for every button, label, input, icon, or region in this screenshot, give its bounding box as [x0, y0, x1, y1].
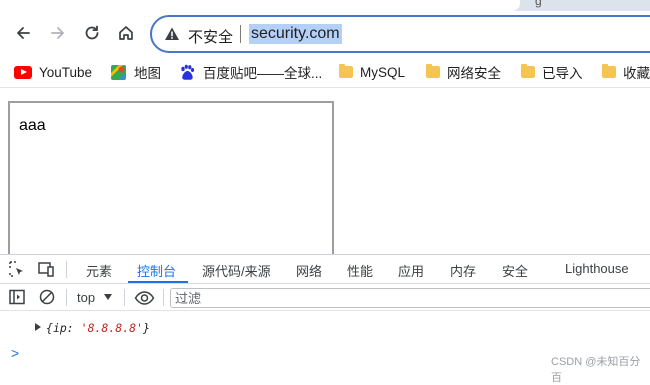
inspect-element-icon[interactable] [8, 260, 26, 278]
forward-button[interactable] [46, 21, 70, 45]
home-button[interactable] [114, 21, 138, 45]
bookmark-folder-security[interactable]: 网络安全 [426, 62, 501, 82]
active-tab[interactable] [0, 0, 520, 11]
bookmark-folder-mysql[interactable]: MySQL [339, 62, 405, 82]
back-arrow-icon [17, 27, 30, 39]
tab-performance[interactable]: 性能 [347, 261, 373, 280]
security-status-label[interactable]: 不安全 [188, 26, 233, 47]
bookmark-label: 网络安全 [447, 66, 501, 81]
tab-strip: g [0, 0, 650, 11]
toolbar-divider [66, 289, 67, 306]
back-button[interactable] [11, 21, 35, 45]
tab-security[interactable]: 安全 [502, 261, 528, 280]
object-close-brace: } [142, 321, 150, 335]
console-prompt[interactable]: > [11, 345, 19, 361]
reload-icon [85, 25, 99, 40]
page-viewport: aaa [0, 87, 650, 256]
watermark: CSDN @未知百分百 [551, 356, 641, 384]
bookmark-label: 收藏 [623, 66, 650, 81]
tab-application[interactable]: 应用 [398, 261, 424, 280]
warning-icon[interactable] [164, 26, 180, 42]
bookmark-label: 地图 [134, 66, 161, 81]
devtools-tab-bar: 元素 控制台 源代码/来源 网络 性能 应用 内存 安全 Lighthouse [0, 255, 650, 284]
folder-icon [339, 64, 353, 78]
forward-arrow-icon [51, 27, 64, 39]
console-toolbar: top [0, 284, 650, 311]
context-selector[interactable]: top [77, 290, 95, 305]
tab-console[interactable]: 控制台 [137, 261, 176, 280]
object-open-brace: { [46, 321, 53, 335]
toolbar-divider [163, 289, 164, 306]
object-value: '8.8.8.8' [80, 321, 143, 335]
devtools-panel: 元素 控制台 源代码/来源 网络 性能 应用 内存 安全 Lighthouse … [0, 254, 650, 384]
bookmark-label: 百度贴吧——全球... [203, 66, 323, 81]
text-area[interactable]: aaa [8, 101, 334, 256]
toolbar-divider [66, 261, 67, 278]
bookmark-youtube[interactable]: YouTube [14, 62, 92, 82]
bookmarks-bar: YouTube 地图 百度贴吧——全球... MySQL 网络安全 已导入 收藏 [0, 57, 650, 87]
chevron-down-icon[interactable] [104, 294, 112, 300]
tab-elements[interactable]: 元素 [86, 261, 112, 280]
bookmark-baidu[interactable]: 百度贴吧——全球... [179, 62, 322, 82]
console-log-entry[interactable]: {ip: '8.8.8.8'} [35, 321, 150, 335]
bookmark-label: YouTube [39, 64, 93, 80]
url-text[interactable]: security.com [249, 24, 342, 44]
eye-icon[interactable] [134, 289, 155, 307]
toolbar-divider [124, 289, 125, 306]
clear-console-icon[interactable] [38, 288, 56, 306]
youtube-icon [14, 65, 32, 79]
baidu-icon [181, 64, 195, 80]
browser-toolbar: 不安全 security.com [0, 11, 650, 57]
object-key-separator: : [66, 321, 81, 335]
tab-memory[interactable]: 内存 [450, 261, 476, 280]
address-separator [240, 25, 241, 43]
bookmark-label: MySQL [360, 64, 406, 80]
tab-sources[interactable]: 源代码/来源 [202, 261, 271, 280]
filter-input[interactable] [175, 290, 645, 306]
device-toolbar-icon[interactable] [37, 260, 55, 278]
bookmark-folder-imported[interactable]: 已导入 [521, 62, 583, 82]
bookmark-maps[interactable]: 地图 [110, 62, 161, 82]
folder-icon [602, 64, 616, 78]
filter-box[interactable] [170, 288, 650, 308]
text-area-value[interactable]: aaa [19, 117, 46, 135]
object-key: ip [52, 321, 67, 335]
folder-icon [521, 64, 535, 78]
active-tab-indicator [128, 281, 188, 283]
tab-title-fragment[interactable]: g [535, 0, 542, 8]
home-icon [119, 26, 133, 40]
reload-button[interactable] [80, 21, 104, 45]
tab-network[interactable]: 网络 [296, 261, 322, 280]
tab-lighthouse[interactable]: Lighthouse [565, 261, 629, 276]
expand-triangle-icon[interactable] [35, 323, 41, 331]
bookmark-label: 已导入 [542, 66, 583, 81]
maps-icon [111, 64, 126, 80]
folder-icon [426, 64, 440, 78]
address-bar[interactable]: 不安全 security.com [150, 15, 650, 53]
bookmark-folder-favorites[interactable]: 收藏 [602, 62, 650, 82]
sidebar-toggle-icon[interactable] [8, 288, 26, 306]
